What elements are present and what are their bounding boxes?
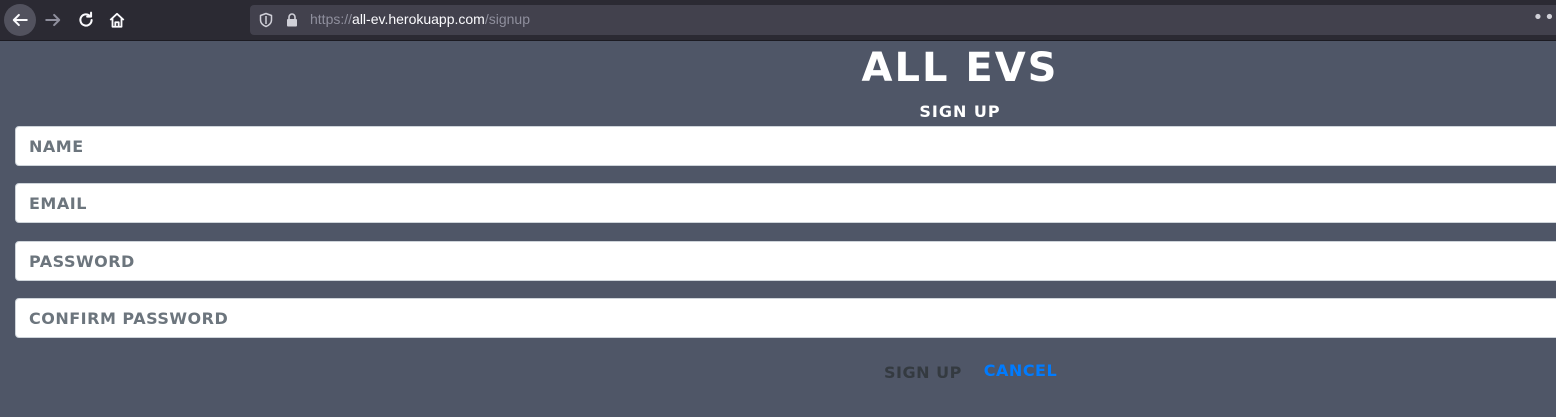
browser-toolbar: https://all-ev.herokuapp.com/signup •••: [0, 0, 1556, 41]
email-field: [15, 183, 1556, 223]
email-input[interactable]: [16, 184, 1556, 222]
name-input[interactable]: [16, 127, 1556, 165]
password-field: [15, 241, 1556, 281]
url-scheme: https://: [310, 11, 353, 27]
more-icon[interactable]: •••: [1530, 9, 1556, 27]
cancel-link[interactable]: Cancel: [984, 361, 1057, 380]
form-actions: Sign Up Cancel: [884, 361, 1057, 382]
form-heading: Sign Up: [919, 102, 1001, 121]
url-path: /signup: [484, 11, 530, 27]
url-host: all-ev.herokuapp.com: [352, 11, 485, 27]
name-field: [15, 126, 1556, 166]
url-text[interactable]: https://all-ev.herokuapp.com/signup: [310, 11, 530, 27]
confirm-password-field: [15, 298, 1556, 338]
tracking-shield-icon[interactable]: [258, 12, 274, 28]
home-button[interactable]: [101, 4, 133, 36]
home-icon: [109, 12, 125, 28]
sign-up-button[interactable]: Sign Up: [884, 363, 962, 382]
forward-button[interactable]: [37, 4, 69, 36]
back-arrow-icon: [12, 13, 28, 27]
lock-icon[interactable]: [284, 12, 300, 28]
password-input[interactable]: [16, 242, 1556, 280]
reload-icon: [79, 11, 93, 27]
address-bar[interactable]: https://all-ev.herokuapp.com/signup •••: [250, 5, 1556, 35]
confirm-password-input[interactable]: [16, 299, 1556, 337]
forward-arrow-icon: [45, 13, 61, 27]
reload-button[interactable]: [70, 4, 102, 36]
page-title: All EVs: [861, 45, 1059, 91]
back-button[interactable]: [4, 4, 36, 36]
